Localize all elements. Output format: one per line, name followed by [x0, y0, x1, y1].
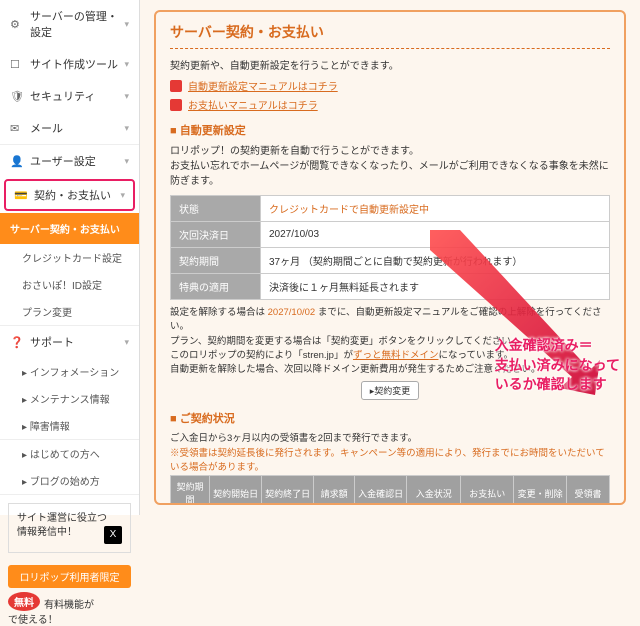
sidebar-mail[interactable]: ✉メール▾ [0, 112, 139, 144]
pdf-icon [170, 80, 182, 92]
page-desc: 契約更新や、自動更新設定を行うことができます。 [170, 57, 610, 72]
mail-icon: ✉ [10, 122, 24, 135]
change-contract-button[interactable]: ▸契約変更 [361, 381, 420, 400]
help-icon: ❓ [10, 336, 24, 349]
sidebar-sub-plan[interactable]: プラン変更 [0, 298, 139, 325]
window-icon: ☐ [10, 58, 24, 71]
sidebar-sub-info[interactable]: ▸ インフォメーション [0, 358, 139, 385]
auto-renewal-table: 状態クレジットカードで自動更新設定中 次回決済日2027/10/03 契約期間3… [170, 195, 610, 300]
sidebar-sub-server-contract[interactable]: サーバー契約・お支払い [0, 213, 139, 244]
sidebar-sub-credit[interactable]: クレジットカード設定 [0, 244, 139, 271]
sidebar-support[interactable]: ❓サポート▾ [0, 326, 139, 358]
sidebar-server[interactable]: ⚙サーバーの管理・設定▾ [0, 0, 139, 48]
sidebar-promo[interactable]: ロリポップ利用者限定 無料有料機能が で使える！ [8, 565, 131, 626]
shield-icon: 🛡 [10, 90, 24, 103]
sidebar-beginner[interactable]: ▸ はじめての方へ [0, 440, 139, 467]
chevron-down-icon: ▾ [124, 19, 129, 30]
manual-link-1[interactable]: 自動更新設定マニュアルはコチラ [170, 78, 610, 93]
sidebar-site-tools[interactable]: ☐サイト作成ツール▾ [0, 48, 139, 80]
next-payment-date: 2027/10/03 [261, 222, 610, 248]
sidebar-banner[interactable]: サイト運営に役立つ 情報発信中！ X [8, 503, 131, 553]
card-icon: 💳 [14, 189, 28, 202]
section-contract-status: ■ ご契約状況 [170, 410, 610, 426]
section-auto-renewal: ■ 自動更新設定 [170, 122, 610, 138]
sidebar-sub-osaipo[interactable]: おさいぽ！ID設定 [0, 271, 139, 298]
pdf-icon [170, 99, 182, 111]
server-icon: ⚙ [10, 18, 24, 31]
free-domain-link[interactable]: ずっと無料ドメイン [353, 350, 439, 361]
x-icon: X [104, 526, 122, 544]
contract-list-table: 契約期間契約開始日契約終了日請求額入金確認日入金状況お支払い変更・削除受領書 3… [170, 475, 610, 505]
sidebar-user[interactable]: 👤ユーザー設定▾ [0, 145, 139, 177]
sidebar-security[interactable]: 🛡セキュリティ▾ [0, 80, 139, 112]
manual-link-2[interactable]: お支払いマニュアルはコチラ [170, 97, 610, 112]
status-value: クレジットカードで自動更新設定中 [261, 196, 610, 222]
user-icon: 👤 [10, 155, 24, 168]
sidebar: ⚙サーバーの管理・設定▾ ☐サイト作成ツール▾ 🛡セキュリティ▾ ✉メール▾ 👤… [0, 0, 140, 515]
main-content: サーバー契約・お支払い 契約更新や、自動更新設定を行うことができます。 自動更新… [140, 0, 640, 515]
sidebar-sub-trouble[interactable]: ▸ 障害情報 [0, 412, 139, 439]
sidebar-blog-start[interactable]: ▸ ブログの始め方 [0, 467, 139, 494]
annotation-callout: 入金確認済み＝ 支払い済みになって いるか確認します [495, 336, 620, 395]
contract-period: 37ヶ月 （契約期間ごとに自動で契約更新が行われます） [261, 248, 610, 274]
sidebar-sub-maint[interactable]: ▸ メンテナンス情報 [0, 385, 139, 412]
benefit: 決済後に１ヶ月無料延長されます [261, 274, 610, 300]
page-title: サーバー契約・お支払い [170, 22, 610, 49]
sidebar-contract[interactable]: 💳契約・お支払い▾ [4, 179, 135, 211]
